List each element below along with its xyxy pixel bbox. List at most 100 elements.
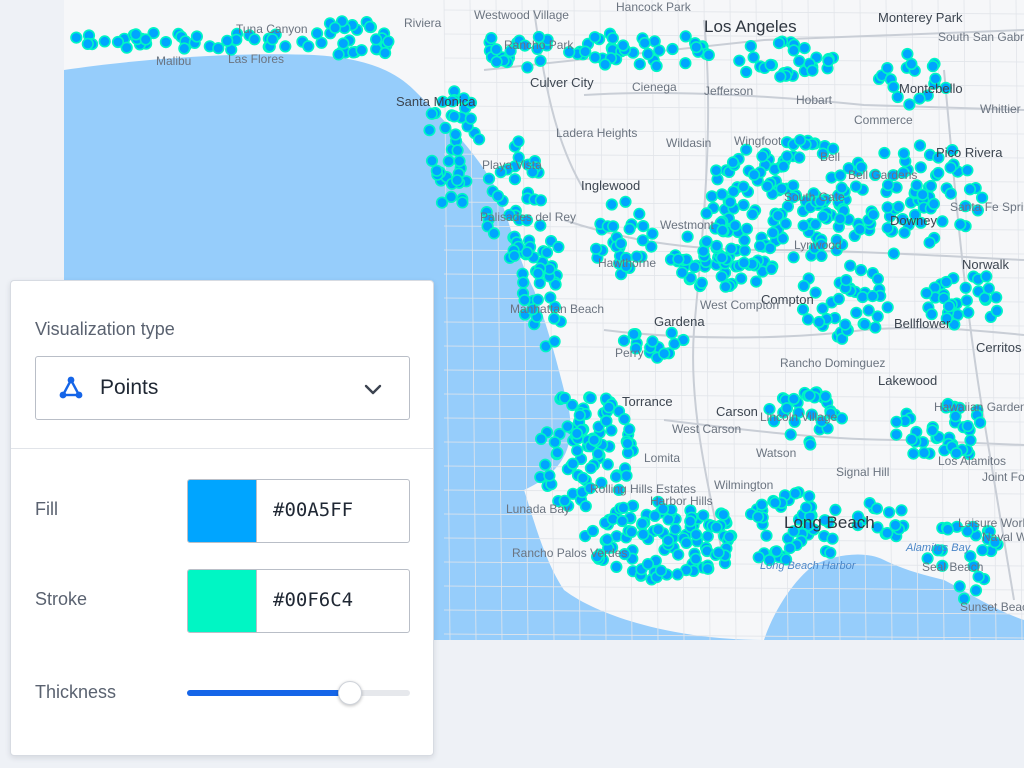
- map-point[interactable]: [954, 218, 967, 231]
- map-point[interactable]: [953, 580, 966, 593]
- map-point[interactable]: [806, 64, 819, 77]
- map-point[interactable]: [931, 544, 945, 557]
- map-point[interactable]: [448, 110, 461, 123]
- map-point[interactable]: [425, 154, 439, 167]
- map-point[interactable]: [630, 250, 643, 263]
- map-point[interactable]: [839, 318, 852, 331]
- map-point[interactable]: [814, 195, 827, 208]
- map-point[interactable]: [570, 427, 584, 440]
- map-point[interactable]: [867, 208, 880, 221]
- map-point[interactable]: [456, 196, 469, 209]
- map-point[interactable]: [751, 510, 765, 524]
- map-point[interactable]: [737, 198, 750, 212]
- map-point[interactable]: [881, 201, 894, 214]
- map-point[interactable]: [925, 308, 938, 321]
- map-point[interactable]: [605, 198, 618, 211]
- map-point[interactable]: [558, 494, 571, 507]
- map-point[interactable]: [786, 191, 800, 204]
- map-point[interactable]: [942, 300, 956, 313]
- map-point[interactable]: [425, 107, 438, 120]
- map-point[interactable]: [787, 179, 800, 192]
- map-point[interactable]: [552, 240, 565, 254]
- map-point[interactable]: [946, 144, 959, 157]
- map-point[interactable]: [212, 42, 225, 55]
- map-point[interactable]: [355, 44, 368, 57]
- map-point[interactable]: [950, 447, 963, 460]
- map-point[interactable]: [964, 550, 977, 563]
- map-point[interactable]: [854, 264, 868, 277]
- map-point[interactable]: [766, 226, 780, 239]
- map-point[interactable]: [98, 35, 111, 48]
- map-point[interactable]: [595, 476, 608, 489]
- map-point[interactable]: [829, 503, 842, 517]
- map-point[interactable]: [926, 424, 939, 437]
- map-point[interactable]: [824, 407, 837, 420]
- map-point[interactable]: [588, 31, 602, 44]
- map-point[interactable]: [512, 135, 525, 148]
- map-point[interactable]: [653, 44, 666, 57]
- map-point[interactable]: [566, 457, 579, 470]
- map-point[interactable]: [669, 522, 682, 536]
- map-point[interactable]: [453, 155, 466, 168]
- map-point[interactable]: [826, 532, 839, 545]
- map-point[interactable]: [960, 294, 973, 307]
- map-point[interactable]: [869, 321, 882, 334]
- map-point[interactable]: [936, 559, 949, 572]
- map-point[interactable]: [793, 54, 806, 68]
- map-point[interactable]: [949, 410, 962, 423]
- map-point[interactable]: [681, 230, 694, 243]
- map-point[interactable]: [763, 242, 777, 255]
- map-point[interactable]: [917, 446, 931, 459]
- map-point[interactable]: [907, 447, 920, 460]
- map-point[interactable]: [914, 161, 927, 174]
- map-point[interactable]: [923, 236, 936, 249]
- map-point[interactable]: [851, 510, 865, 523]
- map-point[interactable]: [822, 54, 835, 68]
- map-point[interactable]: [531, 42, 544, 56]
- map-point[interactable]: [747, 51, 760, 64]
- map-point[interactable]: [503, 208, 516, 221]
- map-point[interactable]: [600, 415, 613, 428]
- map-point[interactable]: [591, 447, 605, 460]
- map-point[interactable]: [868, 168, 882, 181]
- map-point[interactable]: [870, 502, 884, 515]
- map-point[interactable]: [633, 207, 646, 220]
- map-point[interactable]: [744, 39, 757, 53]
- map-point[interactable]: [490, 43, 503, 56]
- map-point[interactable]: [971, 204, 985, 217]
- map-point[interactable]: [494, 166, 507, 179]
- map-point[interactable]: [858, 318, 872, 331]
- map-point[interactable]: [666, 42, 679, 56]
- map-point[interactable]: [571, 444, 584, 457]
- map-point[interactable]: [579, 500, 592, 513]
- map-point[interactable]: [618, 413, 631, 426]
- map-point[interactable]: [616, 514, 629, 528]
- map-point[interactable]: [266, 33, 279, 46]
- map-point[interactable]: [866, 290, 879, 303]
- map-point[interactable]: [927, 197, 941, 210]
- map-point[interactable]: [676, 266, 689, 279]
- map-point[interactable]: [929, 72, 942, 85]
- map-point[interactable]: [482, 172, 496, 185]
- map-point[interactable]: [901, 47, 914, 61]
- map-point[interactable]: [485, 31, 498, 45]
- map-point[interactable]: [892, 200, 905, 213]
- map-point[interactable]: [723, 530, 736, 543]
- map-point[interactable]: [976, 544, 989, 557]
- map-point[interactable]: [753, 239, 767, 252]
- map-point[interactable]: [844, 259, 857, 272]
- map-point[interactable]: [487, 227, 501, 240]
- map-point[interactable]: [862, 304, 875, 317]
- visualization-type-select[interactable]: Points: [35, 356, 410, 420]
- map-point[interactable]: [654, 564, 668, 577]
- map-point[interactable]: [916, 188, 929, 201]
- map-point[interactable]: [961, 164, 974, 177]
- map-point[interactable]: [620, 260, 633, 273]
- map-point[interactable]: [590, 550, 604, 563]
- map-point[interactable]: [760, 529, 773, 542]
- map-point[interactable]: [716, 224, 729, 237]
- map-point[interactable]: [959, 281, 972, 294]
- map-point[interactable]: [961, 525, 974, 538]
- map-point[interactable]: [370, 33, 383, 46]
- map-point[interactable]: [783, 541, 797, 555]
